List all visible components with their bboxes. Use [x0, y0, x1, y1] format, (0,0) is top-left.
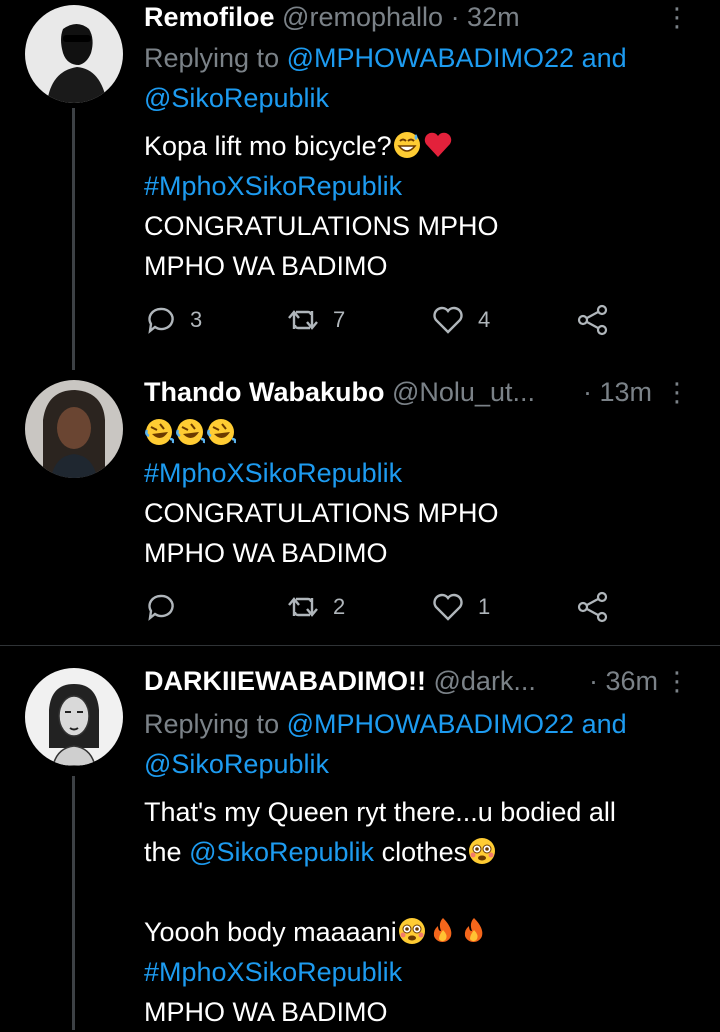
reply-count: 3	[190, 307, 203, 332]
reply-button[interactable]	[146, 587, 190, 627]
tweet-text: That's my Queen ryt there...u bodied all	[144, 797, 616, 827]
tweet-body: Replying to @MPHOWABADIMO22 and @SikoRep…	[144, 38, 690, 286]
mention-link[interactable]: @SikoRepublik	[189, 837, 374, 867]
reply-icon	[148, 307, 174, 334]
tweet-header: DARKIIEWABADIMO!! @dark... · 36m ⋮	[144, 664, 690, 698]
tweet-header: Thando Wabakubo @Nolu_ut... · 13m ⋮	[144, 375, 690, 409]
display-name[interactable]: Remofiloe	[144, 2, 275, 32]
avatar[interactable]	[25, 380, 123, 478]
thread-line	[72, 108, 75, 370]
hashtag-link[interactable]: #MphoXSikoRepublik	[144, 952, 690, 992]
rolling-laughing-emoji	[176, 419, 205, 445]
share-icon	[577, 304, 608, 336]
tweet-darkiie[interactable]: DARKIIEWABADIMO!! @dark... · 36m ⋮ Reply…	[0, 646, 720, 1030]
handle[interactable]: @remophallo	[282, 2, 443, 32]
tweet-text: MPHO WA BADIMO	[144, 538, 388, 568]
more-options-icon[interactable]: ⋮	[664, 664, 690, 698]
flushed-face-emoji	[469, 838, 496, 864]
tweet-header: Remofiloe @remophallo · 32m ⋮	[144, 0, 690, 34]
rolling-laughing-emoji	[145, 419, 174, 445]
like-count: 4	[478, 307, 491, 332]
fire-emoji	[433, 918, 452, 943]
tweet-text: CONGRATULATIONS MPHO	[144, 498, 499, 528]
fire-emoji	[464, 918, 483, 943]
avatar[interactable]	[25, 5, 123, 103]
display-name[interactable]: Thando Wabakubo	[144, 377, 384, 407]
more-options-icon[interactable]: ⋮	[664, 375, 690, 409]
tweet-text: MPHO WA BADIMO	[144, 997, 388, 1027]
hashtag-link[interactable]: #MphoXSikoRepublik	[144, 166, 690, 206]
flushed-face-emoji	[398, 918, 425, 944]
heart-icon	[433, 306, 463, 334]
retweet-button[interactable]: 2	[287, 587, 345, 627]
retweet-count: 7	[333, 307, 346, 332]
timestamp[interactable]: · 32m	[451, 2, 520, 32]
retweet-icon	[288, 310, 318, 330]
thread-line	[72, 776, 75, 1030]
mention-link[interactable]: @MPHOWABADIMO22	[287, 43, 574, 73]
share-button[interactable]	[577, 300, 609, 340]
tweet-actions: 3 7 4	[144, 300, 614, 340]
retweet-button[interactable]: 7	[287, 300, 345, 340]
timestamp[interactable]: · 13m	[583, 375, 652, 409]
tweet-thando[interactable]: Thando Wabakubo @Nolu_ut... · 13m ⋮ #Mph…	[0, 365, 720, 645]
like-button[interactable]: 4	[432, 300, 490, 340]
display-name[interactable]: DARKIIEWABADIMO!!	[144, 666, 426, 696]
like-count: 1	[478, 594, 491, 619]
tweet-text: Kopa lift mo bicycle?	[144, 131, 392, 161]
rolling-laughing-emoji	[207, 419, 236, 445]
red-heart-emoji	[424, 132, 451, 157]
handle[interactable]: @dark...	[434, 666, 536, 696]
tweet-actions: 2 1	[144, 587, 614, 627]
mention-link[interactable]: @SikoRepublik	[144, 749, 329, 779]
like-button[interactable]: 1	[432, 587, 490, 627]
retweet-icon	[288, 597, 318, 617]
grinning-sweat-emoji	[393, 132, 420, 158]
heart-icon	[433, 593, 463, 621]
timestamp[interactable]: · 36m	[589, 664, 658, 698]
avatar[interactable]	[25, 668, 123, 766]
reply-icon	[148, 594, 174, 621]
mention-link[interactable]: @SikoRepublik	[144, 83, 329, 113]
retweet-count: 2	[333, 594, 346, 619]
tweet-text: CONGRATULATIONS MPHO	[144, 211, 499, 241]
replying-to: Replying to @MPHOWABADIMO22 and	[144, 43, 627, 73]
tweet-text: MPHO WA BADIMO	[144, 251, 388, 281]
share-icon	[577, 591, 608, 623]
tweet-remofiloe[interactable]: Remofiloe @remophallo · 32m ⋮ Replying t…	[0, 0, 720, 370]
tweet-body: Replying to @MPHOWABADIMO22 and @SikoRep…	[144, 704, 690, 1032]
more-options-icon[interactable]: ⋮	[664, 0, 690, 34]
hashtag-link[interactable]: #MphoXSikoRepublik	[144, 453, 690, 493]
tweet-text: Yoooh body maaaani	[144, 917, 397, 947]
mention-link[interactable]: @MPHOWABADIMO22	[287, 709, 574, 739]
handle[interactable]: @Nolu_ut...	[392, 377, 535, 407]
replying-to: Replying to @MPHOWABADIMO22 and	[144, 709, 627, 739]
reply-button[interactable]: 3	[146, 300, 202, 340]
share-button[interactable]	[577, 587, 609, 627]
tweet-body: #MphoXSikoRepublik CONGRATULATIONS MPHO …	[144, 413, 690, 573]
